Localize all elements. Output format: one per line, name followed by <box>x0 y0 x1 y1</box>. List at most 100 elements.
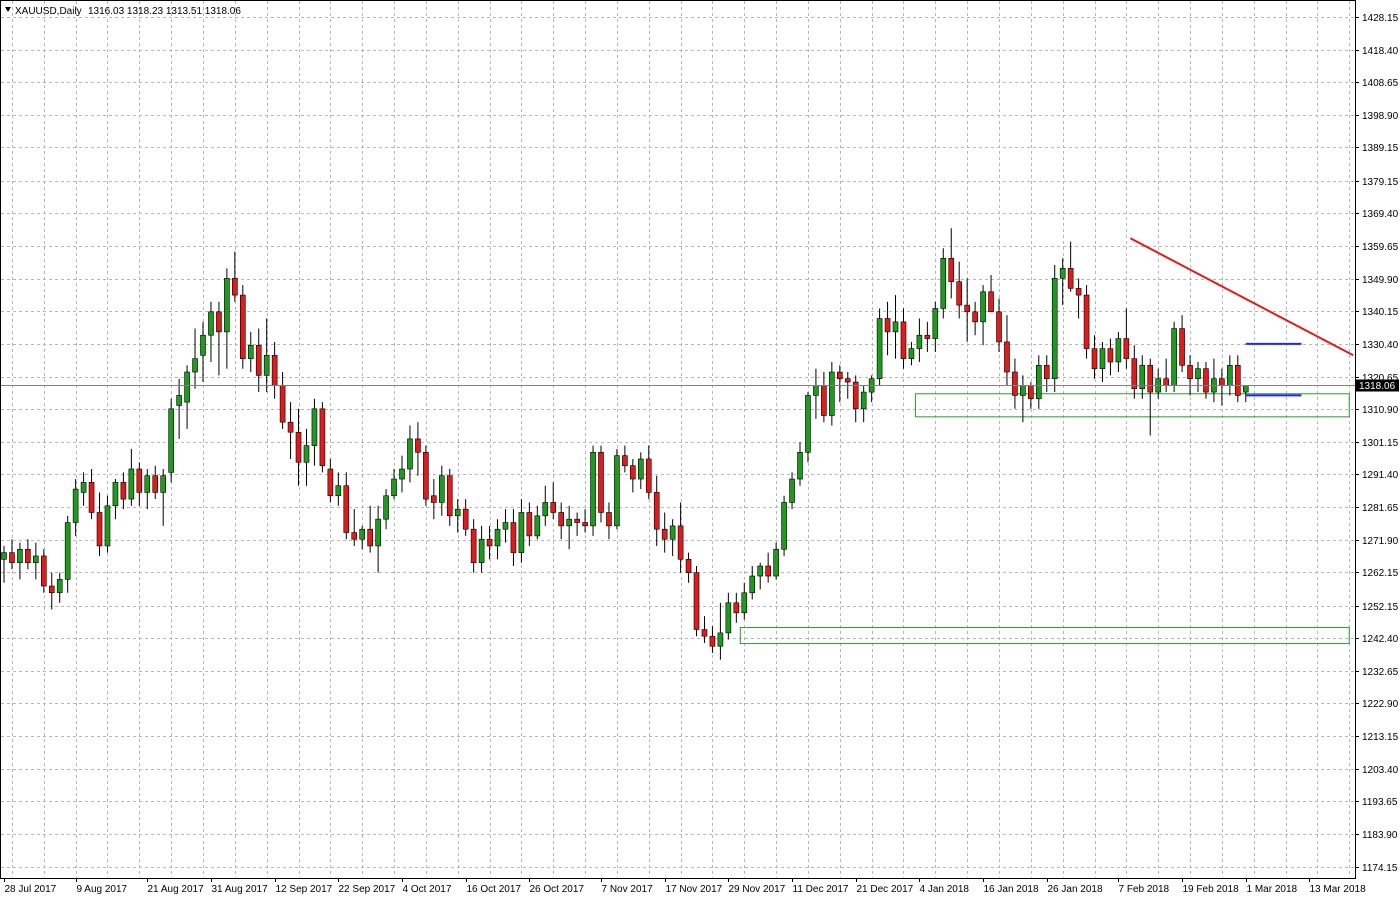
bull-candle <box>908 348 915 359</box>
x-tick-label: 28 Jul 2017 <box>5 884 57 895</box>
bear-candle <box>120 482 127 500</box>
ohlc-label: 1316.03 1318.23 1313.51 1318.06 <box>88 6 241 17</box>
triangle-down-icon <box>5 7 11 12</box>
bear-candle <box>852 381 859 410</box>
y-tick-label: 1271.90 <box>1362 536 1399 547</box>
bear-candle <box>701 629 708 637</box>
bull-candle <box>980 291 986 323</box>
bear-candle <box>1043 365 1050 380</box>
bull-candle <box>311 408 318 446</box>
bull-candle <box>725 602 732 634</box>
bull-candle <box>478 538 485 563</box>
bull-candle <box>669 525 676 540</box>
bull-candle <box>542 502 549 517</box>
x-tick-label: 29 Nov 2017 <box>729 884 786 895</box>
y-tick-label: 1398.90 <box>1362 111 1399 122</box>
bear-candle <box>1179 328 1185 366</box>
bull-candle <box>813 385 819 396</box>
bull-candle <box>176 395 182 406</box>
y-tick-label: 1330.40 <box>1362 340 1399 351</box>
bear-candle <box>40 555 47 587</box>
bull-candle <box>168 408 174 473</box>
bear-candle <box>574 518 580 523</box>
bear-candle <box>486 538 493 547</box>
bull-candle <box>454 508 461 517</box>
bear-candle <box>88 482 95 513</box>
bear-candle <box>351 532 358 540</box>
price-chart[interactable]: 1428.15 1418.40 1408.65 1398.90 1389.15 1379.… <box>0 0 1400 900</box>
chart-header: XAUUSD,Daily 1316.03 1318.23 1313.51 131… <box>5 6 241 17</box>
bear-candle <box>1028 385 1034 400</box>
bull-candle <box>1227 365 1233 386</box>
bear-candle <box>550 502 557 513</box>
bull-candle <box>566 518 572 527</box>
bull-candle <box>829 371 835 416</box>
bear-candle <box>367 528 373 547</box>
bull-candle <box>192 358 198 373</box>
bear-candle <box>48 585 55 594</box>
bull-candle <box>1 552 7 560</box>
bull-candle <box>128 468 135 500</box>
y-tick-label: 1389.15 <box>1362 143 1399 154</box>
x-tick-label: 26 Oct 2017 <box>530 884 585 895</box>
bear-candle <box>136 468 143 493</box>
bear-candle <box>271 354 278 386</box>
candles <box>1 228 1249 660</box>
bear-candle <box>1131 358 1138 390</box>
bear-candle <box>431 495 437 503</box>
x-tick-label: 7 Nov 2017 <box>602 884 654 895</box>
bear-candle <box>661 528 668 540</box>
bear-candle <box>295 431 302 463</box>
y-tick-label: 1232.65 <box>1362 667 1399 678</box>
y-tick-label: 1428.15 <box>1362 13 1399 24</box>
y-tick-label: 1281.65 <box>1362 503 1399 514</box>
bull-candle <box>359 528 366 540</box>
bear-candle <box>677 525 684 560</box>
bear-candle <box>470 528 477 563</box>
bull-candle <box>876 318 883 380</box>
bear-candle <box>622 455 628 466</box>
bear-candle <box>836 371 843 380</box>
bull-candle <box>502 522 509 530</box>
resistance-trendline <box>1129 237 1354 357</box>
y-tick-label: 1359.65 <box>1362 242 1399 253</box>
bull-candle <box>80 482 87 493</box>
bear-candle <box>526 512 533 537</box>
bear-candle <box>9 552 15 563</box>
y-tick-label: 1174.15 <box>1362 863 1398 874</box>
symbol-label: XAUUSD,Daily <box>15 6 82 17</box>
bull-candle <box>518 512 525 553</box>
y-tick-label: 1418.40 <box>1362 46 1399 57</box>
y-tick-label: 1349.90 <box>1362 275 1399 286</box>
bull-candle <box>184 371 190 403</box>
bear-candle <box>821 385 827 416</box>
x-tick-label: 21 Aug 2017 <box>148 884 205 895</box>
bear-candle <box>558 512 565 527</box>
x-tick-label: 22 Sep 2017 <box>339 884 396 895</box>
bear-candle <box>598 451 604 513</box>
x-tick-label: 9 Aug 2017 <box>77 884 128 895</box>
bull-candle <box>892 321 899 333</box>
bear-candle <box>1123 338 1130 359</box>
bear-candle <box>709 635 716 647</box>
y-tick-label: 1252.15 <box>1362 602 1399 613</box>
x-tick-label: 1 Mar 2018 <box>1247 884 1298 895</box>
bull-candle <box>797 451 803 480</box>
bear-candle <box>152 475 159 493</box>
bull-candle <box>1036 365 1042 400</box>
bear-candle <box>96 512 103 547</box>
y-tick-label: 1193.65 <box>1362 797 1398 808</box>
bull-candle <box>1099 348 1106 369</box>
bear-candle <box>327 468 334 497</box>
bull-candle <box>399 468 405 480</box>
x-tick-label: 31 Aug 2017 <box>212 884 269 895</box>
y-tick-label: 1379.15 <box>1362 177 1399 188</box>
bear-candle <box>653 492 660 530</box>
y-tick-label: 1340.15 <box>1362 307 1399 318</box>
y-tick-label: 1262.15 <box>1362 568 1399 579</box>
x-tick-label: 4 Jan 2018 <box>920 884 970 895</box>
bear-candle <box>343 485 350 533</box>
bull-candle <box>208 311 214 336</box>
bull-candle <box>17 548 23 563</box>
bull-candle <box>773 548 779 577</box>
